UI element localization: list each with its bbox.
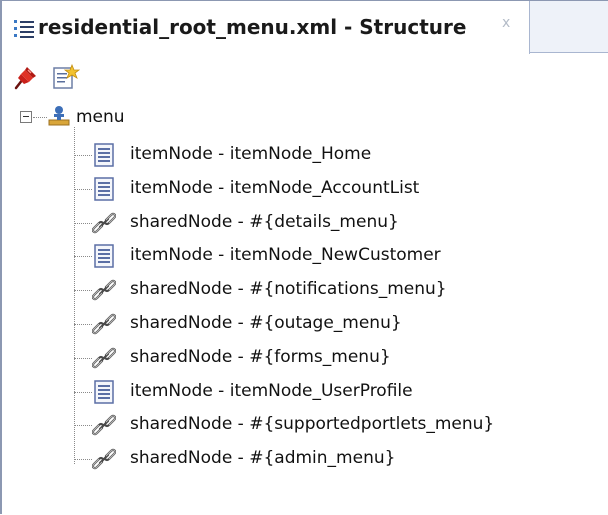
tree-item-node[interactable]: itemNode - itemNode_AccountList — [74, 174, 574, 204]
tree-shared-node[interactable]: sharedNode - #{admin_menu} — [74, 444, 574, 474]
item-node-icon — [92, 244, 116, 269]
tree-node-label: itemNode - itemNode_AccountList — [130, 177, 420, 198]
close-icon[interactable]: x — [502, 15, 510, 31]
structure-panel: residential_root_menu.xml - Structure x — [0, 0, 608, 514]
shared-node-icon — [91, 312, 117, 336]
shared-node-icon — [91, 211, 117, 235]
tree-item-node[interactable]: itemNode - itemNode_NewCustomer — [74, 241, 574, 271]
tree-node-label: itemNode - itemNode_Home — [130, 144, 372, 164]
tree-node-label: sharedNode - #{admin_menu} — [130, 448, 396, 469]
shared-node-icon — [91, 278, 117, 302]
tree-node-label: sharedNode - #{forms_menu} — [130, 346, 391, 367]
tree-node-label: sharedNode - #{supportedportlets_menu} — [130, 414, 495, 435]
shared-node-icon — [91, 447, 117, 471]
item-node-icon — [92, 143, 116, 167]
tree-shared-node[interactable]: sharedNode - #{notifications_menu} — [74, 275, 574, 305]
menu-root-icon — [48, 105, 70, 127]
properties-icon[interactable] — [50, 62, 81, 92]
tree-item-node[interactable]: itemNode - itemNode_Home — [74, 140, 574, 170]
shared-node-icon — [91, 413, 117, 437]
tree-node-label: itemNode - itemNode_UserProfile — [130, 380, 413, 401]
item-node-icon — [92, 177, 116, 201]
tree-shared-node[interactable]: sharedNode - #{outage_menu} — [74, 309, 574, 339]
item-node-icon — [92, 379, 116, 404]
tab-strip: residential_root_menu.xml - Structure x — [2, 1, 608, 54]
tree-item-node[interactable]: itemNode - itemNode_UserProfile — [74, 377, 574, 407]
tree-node-label: itemNode - itemNode_NewCustomer — [130, 245, 441, 266]
tree-shared-node[interactable]: sharedNode - #{details_menu} — [74, 208, 574, 238]
structure-icon — [12, 18, 36, 40]
tree-shared-node[interactable]: sharedNode - #{supportedportlets_menu} — [74, 410, 574, 440]
tree-root-menu[interactable]: menu — [76, 107, 125, 127]
tab-title: residential_root_menu.xml - Structure — [38, 15, 467, 39]
collapse-toggle[interactable] — [20, 111, 32, 123]
shared-node-icon — [91, 346, 117, 370]
tab-structure[interactable]: residential_root_menu.xml - Structure x — [2, 1, 530, 54]
toolbar — [2, 54, 608, 100]
tree-shared-node[interactable]: sharedNode - #{forms_menu} — [74, 343, 574, 373]
tree-node-label: sharedNode - #{outage_menu} — [130, 313, 402, 333]
tree-node-label: sharedNode - #{notifications_menu} — [130, 279, 447, 300]
tree-node-label: sharedNode - #{details_menu} — [130, 211, 399, 232]
pin-icon[interactable] — [10, 62, 40, 92]
